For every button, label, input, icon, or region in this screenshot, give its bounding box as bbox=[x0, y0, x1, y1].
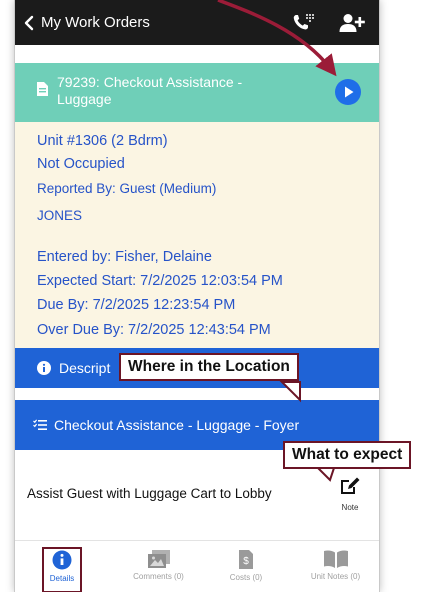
work-order-details: Unit #1306 (2 Bdrm) Not Occupied Reporte… bbox=[15, 122, 379, 348]
entered-by: Entered by: Fisher, Delaine bbox=[37, 249, 212, 265]
bottom-tab-bar: Details Comments (0) $ Costs (0) Unit No… bbox=[15, 540, 379, 592]
note-text: Assist Guest with Luggage Cart to Lobby bbox=[27, 486, 272, 501]
reported-by: Reported By: Guest (Medium) bbox=[37, 181, 217, 196]
header-spacer bbox=[15, 45, 379, 63]
tab-comments[interactable]: Comments (0) bbox=[113, 541, 204, 592]
chevron-left-icon bbox=[24, 15, 34, 30]
tab-unit-notes-label: Unit Notes (0) bbox=[310, 572, 361, 581]
occupancy-status: Not Occupied bbox=[37, 156, 125, 172]
guest-name: JONES bbox=[37, 208, 83, 223]
image-icon bbox=[147, 550, 170, 568]
unit-info: Unit #1306 (2 Bdrm) bbox=[37, 133, 168, 149]
svg-text:$: $ bbox=[243, 556, 249, 567]
due-by: Due By: 7/2/2025 12:23:54 PM bbox=[37, 297, 236, 313]
expected-start: Expected Start: 7/2/2025 12:03:54 PM bbox=[37, 273, 283, 289]
location-label: Checkout Assistance - Luggage - Foyer bbox=[54, 417, 300, 433]
note-button[interactable]: Note bbox=[335, 476, 365, 516]
start-work-order-button[interactable] bbox=[335, 79, 361, 105]
info-icon bbox=[37, 361, 51, 375]
phone-screen: My Work Orders 79239: Checkout Assistanc… bbox=[14, 0, 380, 592]
tab-unit-notes[interactable]: Unit Notes (0) bbox=[290, 541, 379, 592]
invoice-icon: $ bbox=[239, 550, 253, 569]
annotation-expect-callout: What to expect bbox=[283, 441, 412, 469]
description-label: Descript bbox=[59, 360, 111, 376]
tab-comments-label: Comments (0) bbox=[133, 572, 184, 581]
add-user-icon[interactable] bbox=[339, 13, 365, 33]
list-check-icon bbox=[33, 419, 47, 430]
over-due-by: Over Due By: 7/2/2025 12:43:54 PM bbox=[37, 322, 271, 338]
tab-highlight-box bbox=[42, 547, 82, 592]
back-button[interactable]: My Work Orders bbox=[15, 0, 150, 45]
document-icon bbox=[37, 82, 48, 96]
back-label: My Work Orders bbox=[41, 14, 150, 31]
note-row: Assist Guest with Luggage Cart to Lobby … bbox=[15, 462, 379, 532]
book-icon bbox=[323, 550, 348, 568]
tab-details[interactable]: Details bbox=[42, 541, 82, 592]
top-bar: My Work Orders bbox=[15, 0, 379, 45]
edit-note-icon bbox=[341, 477, 360, 494]
annotation-where-callout: Where in the Location bbox=[119, 353, 299, 381]
work-order-title: 79239: Checkout Assistance - Luggage bbox=[57, 74, 243, 107]
work-order-header[interactable]: 79239: Checkout Assistance - Luggage bbox=[15, 63, 379, 122]
phone-dial-icon[interactable] bbox=[291, 12, 315, 34]
tab-costs[interactable]: $ Costs (0) bbox=[211, 541, 281, 592]
note-caption: Note bbox=[341, 503, 359, 512]
play-icon bbox=[345, 86, 354, 98]
tab-costs-label: Costs (0) bbox=[229, 573, 263, 582]
